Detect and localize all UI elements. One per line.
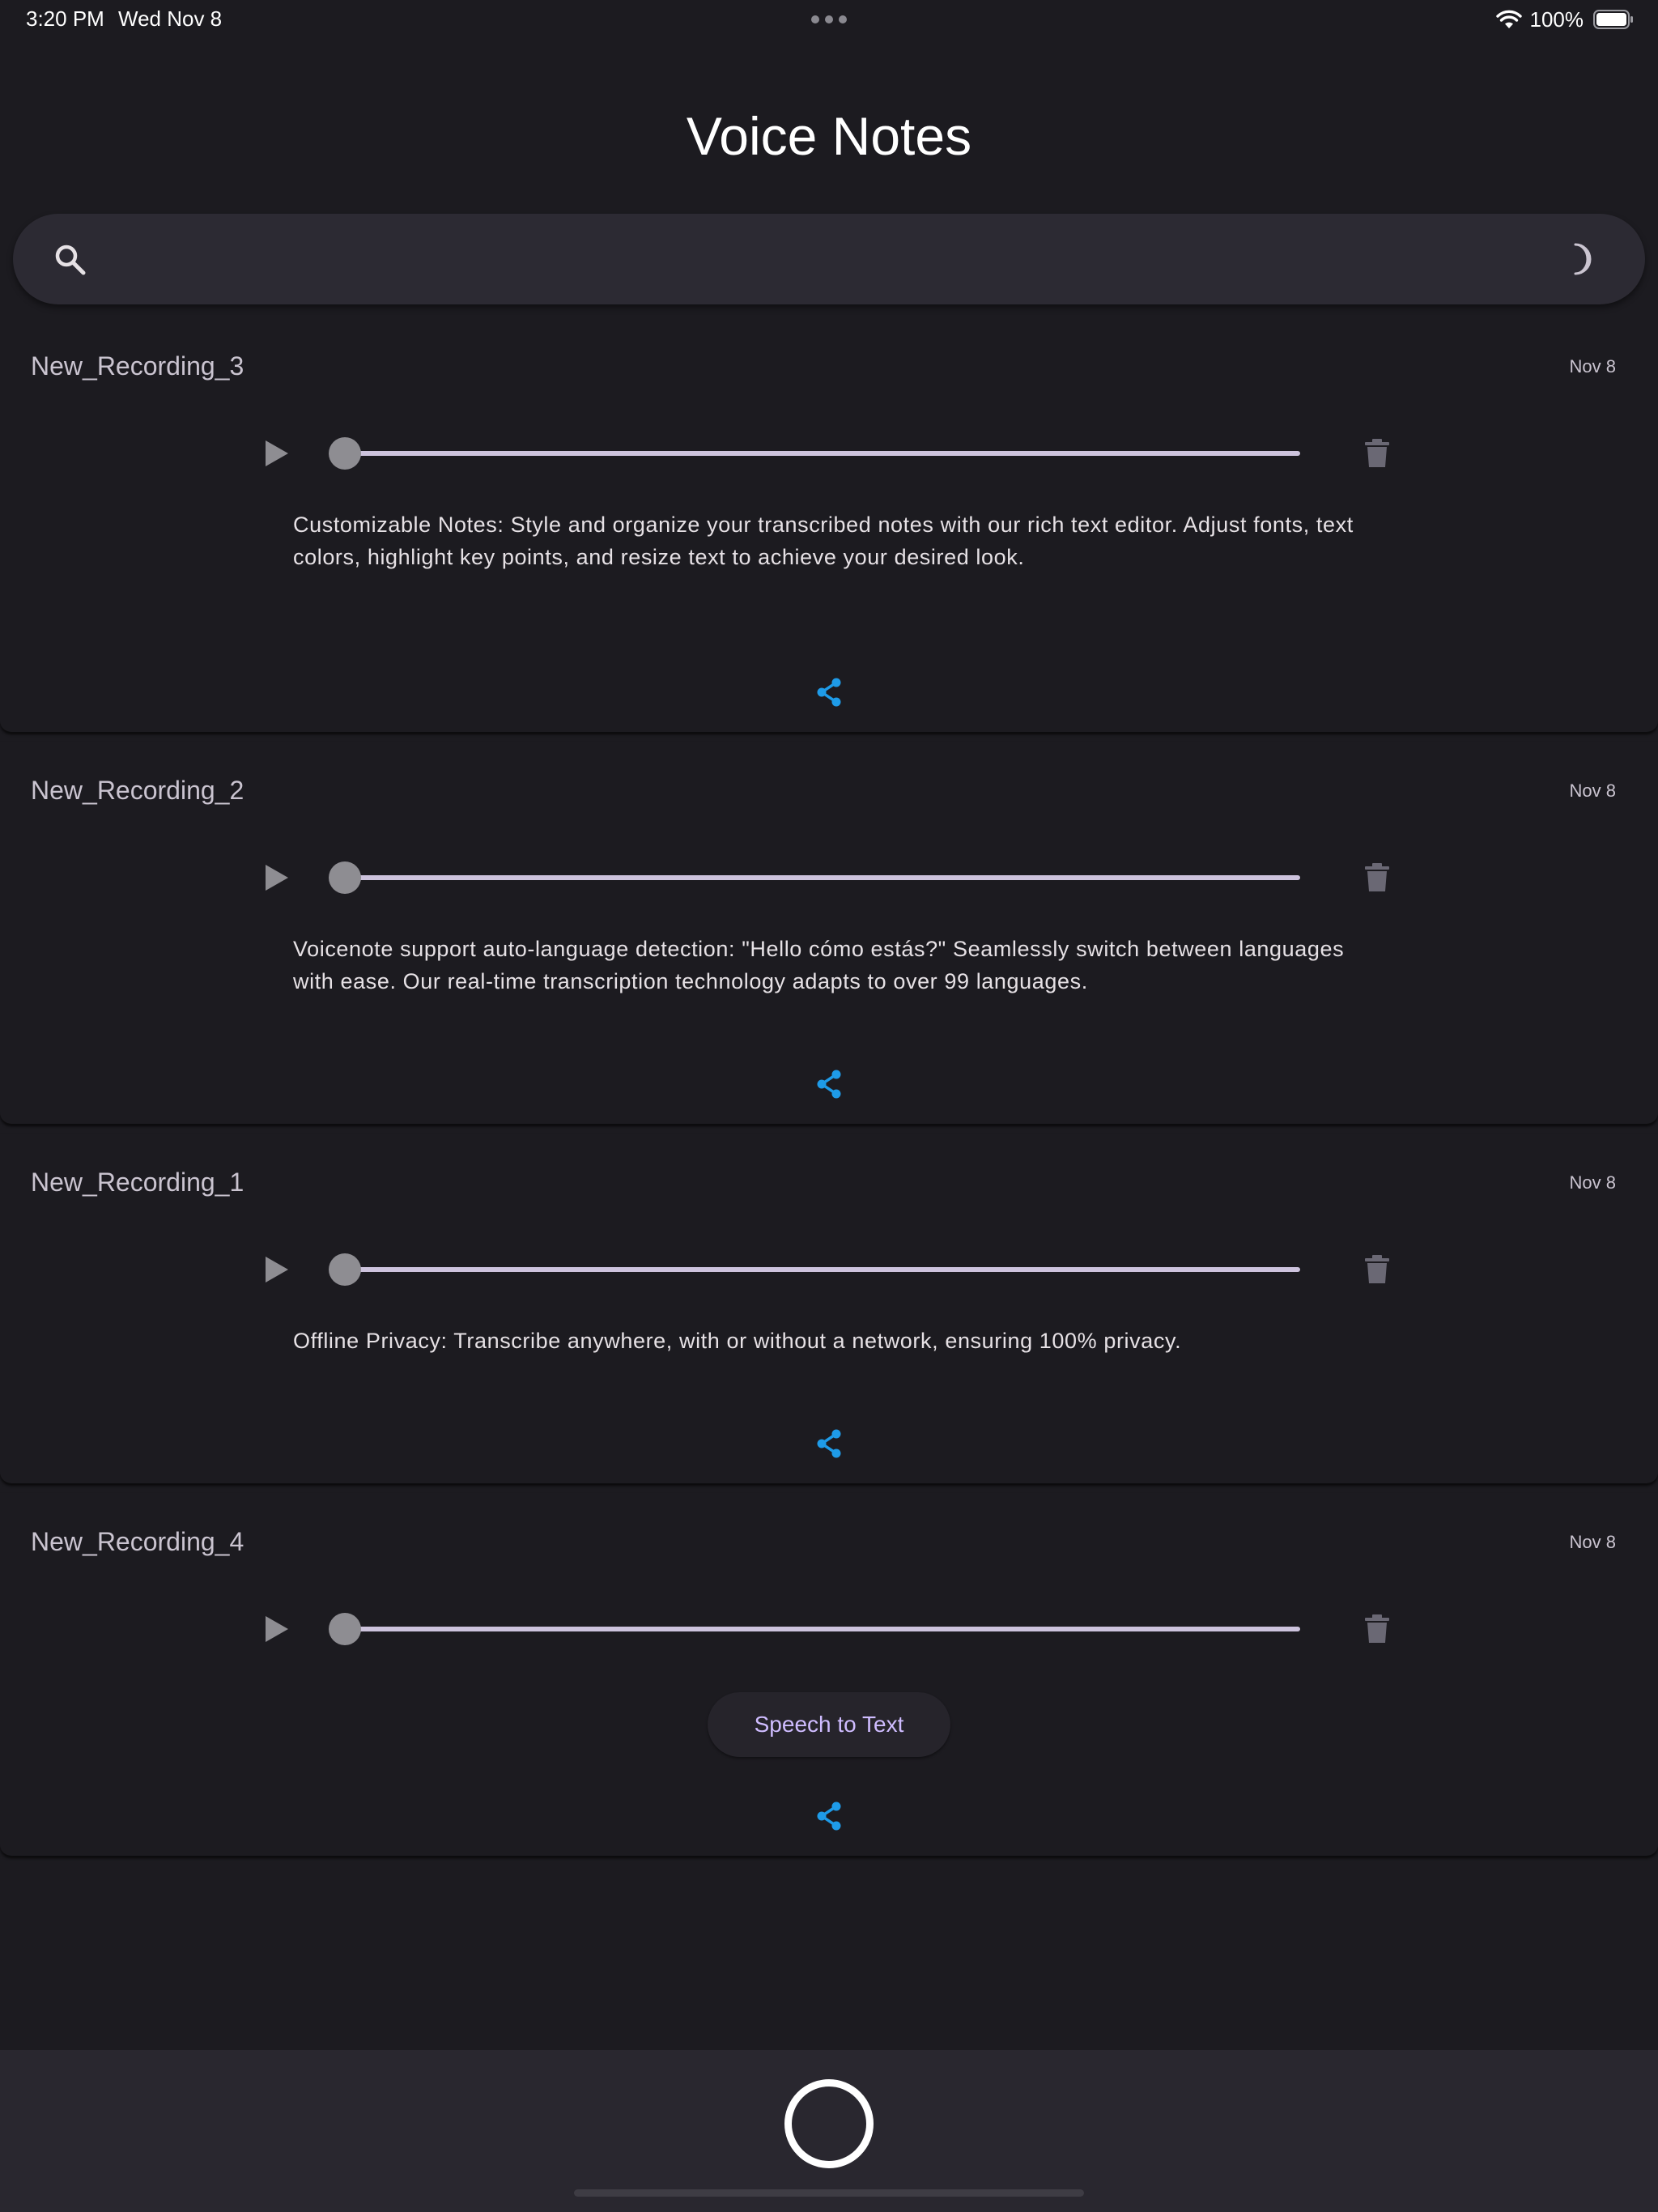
share-icon[interactable]	[814, 677, 844, 708]
record-button[interactable]	[784, 2079, 874, 2168]
status-bar: 3:20 PM Wed Nov 8 100%	[0, 0, 1658, 39]
share-icon[interactable]	[814, 1801, 844, 1831]
recording-card: New_Recording_4 Nov 8 Speech to Text	[0, 1493, 1658, 1856]
slider-track	[340, 1267, 1300, 1272]
playback-slider[interactable]	[329, 1613, 1300, 1645]
voice-notes-screen: 3:20 PM Wed Nov 8 100% Voice Notes New_R…	[0, 0, 1658, 2212]
trash-icon[interactable]	[1363, 1254, 1391, 1285]
status-time: 3:20 PM	[26, 6, 104, 31]
play-icon[interactable]	[261, 1613, 293, 1645]
search-icon	[55, 245, 86, 275]
playback-slider[interactable]	[329, 1253, 1300, 1286]
recording-date: Nov 8	[1569, 356, 1616, 376]
search-bar[interactable]	[13, 214, 1645, 304]
transcript-text: Offline Privacy: Transcribe anywhere, wi…	[293, 1329, 1182, 1353]
recording-title: New_Recording_4	[31, 1527, 244, 1556]
slider-thumb[interactable]	[329, 1613, 361, 1645]
bottom-bar	[0, 2050, 1658, 2212]
recording-date: Nov 8	[1569, 1532, 1616, 1552]
slider-track	[340, 1627, 1300, 1631]
recording-title: New_Recording_2	[31, 776, 244, 805]
speech-to-text-button[interactable]: Speech to Text	[708, 1692, 950, 1757]
multitasking-dots-icon[interactable]	[811, 15, 847, 23]
recording-date: Nov 8	[1569, 781, 1616, 801]
slider-track	[340, 451, 1300, 456]
play-icon[interactable]	[261, 1253, 293, 1286]
page-title: Voice Notes	[686, 106, 972, 166]
play-icon[interactable]	[261, 437, 293, 470]
slider-track	[340, 875, 1300, 880]
playback-slider[interactable]	[329, 437, 1300, 470]
trash-icon[interactable]	[1363, 438, 1391, 469]
playback-slider[interactable]	[329, 861, 1300, 894]
trash-icon[interactable]	[1363, 862, 1391, 893]
share-icon[interactable]	[814, 1069, 844, 1100]
play-icon[interactable]	[261, 861, 293, 894]
share-icon[interactable]	[814, 1428, 844, 1459]
search-input[interactable]	[110, 232, 1535, 287]
recording-card: New_Recording_1 Nov 8 Offline Privacy: T…	[0, 1134, 1658, 1483]
recording-card: New_Recording_2 Nov 8 Voicenote support …	[0, 742, 1658, 1124]
recording-date: Nov 8	[1569, 1172, 1616, 1193]
home-indicator[interactable]	[574, 2189, 1084, 2197]
battery-percentage: 100%	[1529, 6, 1584, 32]
status-indicators: 100%	[1495, 6, 1635, 32]
status-date: Wed Nov 8	[118, 6, 223, 31]
trash-icon[interactable]	[1363, 1614, 1391, 1644]
slider-thumb[interactable]	[329, 1253, 361, 1286]
recording-title: New_Recording_3	[31, 351, 244, 381]
battery-icon	[1593, 10, 1633, 29]
recording-card: New_Recording_3 Nov 8 Customizable Notes…	[0, 317, 1658, 732]
wifi-icon	[1495, 10, 1522, 28]
slider-thumb[interactable]	[329, 861, 361, 894]
moon-icon[interactable]	[1564, 241, 1600, 277]
transcript-text: Voicenote support auto-language detectio…	[293, 937, 1345, 993]
recording-title: New_Recording_1	[31, 1168, 244, 1197]
slider-thumb[interactable]	[329, 437, 361, 470]
transcript-text: Customizable Notes: Style and organize y…	[293, 513, 1354, 569]
